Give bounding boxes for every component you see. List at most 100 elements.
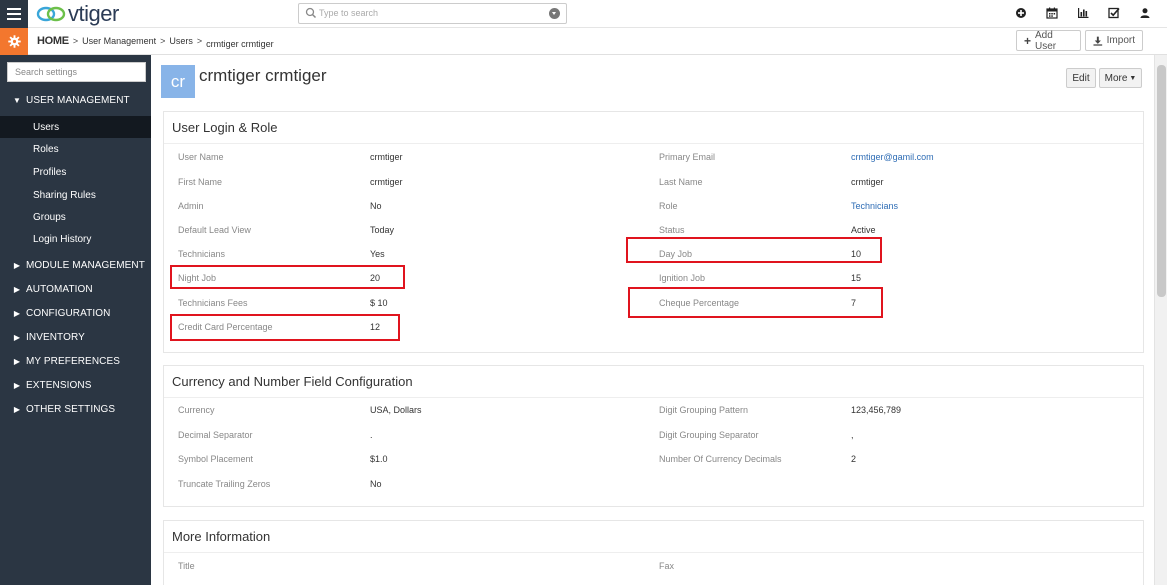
highlight-box-cheque-percentage: [628, 287, 883, 318]
settings-search-input[interactable]: Search settings: [7, 62, 146, 82]
sidebar-item-label: Users: [33, 121, 60, 133]
block-divider: [164, 552, 1143, 553]
breadcrumb-home[interactable]: HOME: [37, 35, 69, 47]
vtiger-logo-icon: [36, 6, 66, 22]
edit-button[interactable]: Edit: [1066, 68, 1096, 88]
field-label-decimal-separator: Decimal Separator: [178, 430, 253, 440]
avatar: cr: [161, 65, 195, 98]
block-heading: More Information: [172, 529, 271, 544]
field-value-ignition-job: 15: [851, 273, 862, 283]
field-label-title: Title: [178, 561, 195, 571]
field-value-user-name: crmtiger: [370, 152, 403, 162]
search-dropdown-icon[interactable]: [549, 8, 560, 19]
sidebar-section-label: OTHER SETTINGS: [26, 403, 116, 415]
breadcrumb-separator-icon: >: [196, 36, 203, 46]
highlight-box-day-job: [626, 237, 882, 263]
field-label-digit-grouping-pattern: Digit Grouping Pattern: [659, 405, 749, 415]
scrollbar-thumb[interactable]: [1157, 65, 1166, 297]
field-value-primary-email[interactable]: crmtiger@gamil.com: [851, 152, 934, 162]
reports-chart-icon[interactable]: [1077, 7, 1089, 19]
field-value-currency: USA, Dollars: [370, 405, 422, 415]
field-label-role: Role: [659, 201, 678, 211]
field-value-role[interactable]: Technicians: [851, 201, 898, 211]
field-value-first-name: crmtiger: [370, 177, 403, 187]
block-heading: Currency and Number Field Configuration: [172, 374, 413, 389]
import-label: Import: [1106, 35, 1135, 46]
field-label-default-lead-view: Default Lead View: [178, 225, 251, 235]
vtiger-logo[interactable]: vtiger: [36, 1, 119, 26]
calendar-icon[interactable]: [1046, 7, 1058, 19]
breadcrumb-separator-icon: >: [72, 36, 79, 46]
sidebar-section-my-preferences[interactable]: ▶ MY PREFERENCES: [0, 351, 151, 371]
breadcrumb-separator-icon: >: [160, 36, 166, 46]
field-value-digit-grouping-separator: ,: [851, 430, 854, 440]
global-search-input[interactable]: Type to search: [298, 3, 567, 24]
field-value-truncate-trailing-zeros: No: [370, 479, 382, 489]
chevron-right-icon: ▶: [13, 284, 21, 294]
scrollbar[interactable]: [1154, 55, 1167, 585]
caret-down-icon: ▼: [1129, 74, 1137, 82]
more-label: More: [1104, 72, 1128, 84]
download-icon: [1093, 36, 1103, 46]
sidebar-section-label: AUTOMATION: [26, 283, 93, 295]
field-value-technicians: Yes: [370, 249, 385, 259]
chevron-right-icon: ▶: [13, 404, 21, 414]
top-bar: vtiger Type to search: [0, 0, 1167, 28]
settings-search-placeholder: Search settings: [15, 67, 78, 77]
block-heading: User Login & Role: [172, 120, 278, 135]
field-label-last-name: Last Name: [659, 177, 703, 187]
field-value-status: Active: [851, 225, 876, 235]
field-value-technicians-fees: $ 10: [370, 298, 388, 308]
sidebar-item-sharing-rules[interactable]: Sharing Rules: [0, 184, 151, 206]
tasks-check-icon[interactable]: [1108, 7, 1120, 19]
sidebar-item-label: Login History: [33, 233, 92, 245]
field-label-status: Status: [659, 225, 685, 235]
gear-icon: [7, 35, 21, 48]
sidebar-section-label: EXTENSIONS: [26, 379, 92, 391]
sidebar-section-module-management[interactable]: ▶ MODULE MANAGEMENT: [0, 255, 151, 275]
field-label-primary-email: Primary Email: [659, 152, 716, 162]
sidebar-section-label: MY PREFERENCES: [26, 355, 121, 367]
sidebar-item-login-history[interactable]: Login History: [0, 228, 151, 250]
chevron-right-icon: ▶: [13, 260, 21, 270]
settings-gear-icon[interactable]: [0, 28, 28, 55]
more-dropdown-button[interactable]: More ▼: [1099, 68, 1142, 88]
breadcrumb-current: crmtiger crmtiger: [206, 39, 274, 49]
sidebar-section-user-management[interactable]: ▼ USER MANAGEMENT: [0, 90, 151, 110]
sidebar-section-label: USER MANAGEMENT: [26, 94, 130, 106]
user-icon[interactable]: [1139, 7, 1151, 19]
sidebar-section-configuration[interactable]: ▶ CONFIGURATION: [0, 303, 151, 323]
sidebar-item-label: Roles: [33, 143, 59, 155]
field-label-technicians-fees: Technicians Fees: [178, 298, 248, 308]
plus-circle-icon[interactable]: [1015, 7, 1027, 19]
block-divider: [164, 143, 1143, 144]
sidebar-section-automation[interactable]: ▶ AUTOMATION: [0, 279, 151, 299]
sidebar-section-inventory[interactable]: ▶ INVENTORY: [0, 327, 151, 347]
page-title: crmtiger crmtiger: [199, 66, 327, 85]
sidebar-item-users[interactable]: Users: [0, 116, 151, 138]
field-label-symbol-placement: Symbol Placement: [178, 454, 254, 464]
breadcrumb-users[interactable]: Users: [169, 36, 193, 46]
menu-icon[interactable]: [0, 0, 28, 28]
field-value-decimal-separator: .: [370, 430, 373, 440]
chevron-right-icon: ▶: [13, 380, 21, 390]
breadcrumb-user-management[interactable]: User Management: [82, 36, 156, 46]
highlight-box-credit-card-percentage: [170, 314, 400, 341]
sidebar-section-other-settings[interactable]: ▶ OTHER SETTINGS: [0, 399, 151, 419]
sidebar-section-label: MODULE MANAGEMENT: [26, 259, 145, 271]
sidebar-item-profiles[interactable]: Profiles: [0, 161, 151, 183]
field-label-fax: Fax: [659, 561, 675, 571]
plus-icon: +: [1024, 33, 1032, 48]
field-value-last-name: crmtiger: [851, 177, 884, 187]
sidebar-item-label: Profiles: [33, 166, 67, 178]
add-user-button[interactable]: + Add User: [1016, 30, 1081, 52]
search-icon: [305, 7, 317, 19]
settings-sidebar: Search settings ▼ USER MANAGEMENT Users …: [0, 55, 151, 585]
field-value-number-of-currency-decimals: 2: [851, 454, 857, 464]
sidebar-section-extensions[interactable]: ▶ EXTENSIONS: [0, 375, 151, 395]
sidebar-item-groups[interactable]: Groups: [0, 206, 151, 228]
field-value-digit-grouping-pattern: 123,456,789: [851, 405, 902, 415]
sidebar-item-roles[interactable]: Roles: [0, 138, 151, 160]
import-button[interactable]: Import: [1085, 30, 1143, 51]
chevron-right-icon: ▶: [13, 308, 21, 318]
